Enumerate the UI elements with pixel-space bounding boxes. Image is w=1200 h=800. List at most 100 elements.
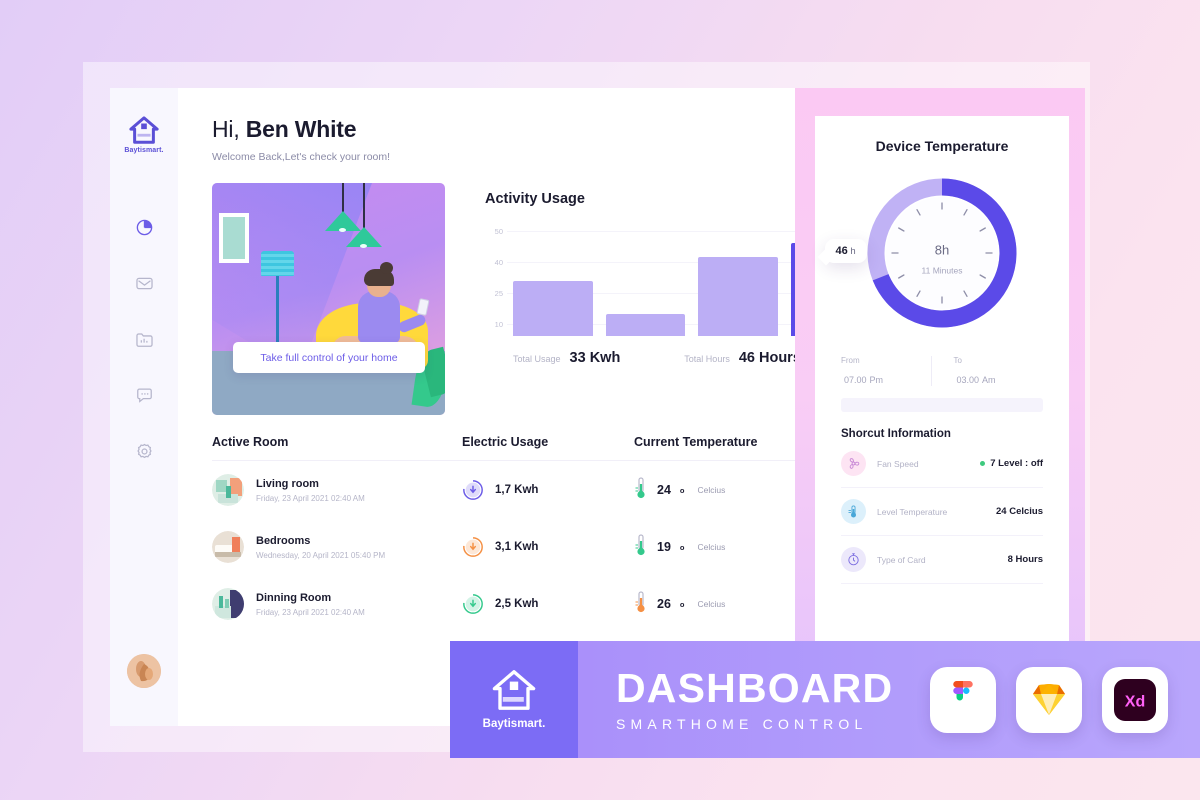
sidebar-item-dashboard[interactable]: [110, 212, 186, 242]
gauge-hours-unit: h: [941, 242, 950, 258]
temperature-value: 19: [657, 540, 671, 554]
gauge-center-readout: 8h 11 Minutes: [922, 231, 963, 276]
chart-bar[interactable]: [513, 281, 593, 336]
shortcut-row[interactable]: Fan Speed 7 Level : off: [841, 440, 1043, 488]
folder-chart-icon: [135, 330, 154, 349]
y-tick-label: 40: [494, 258, 503, 267]
adobe-xd-icon[interactable]: Xd: [1102, 666, 1168, 733]
y-tick-label: 50: [494, 227, 503, 236]
to-label: To: [953, 356, 962, 365]
degree-symbol: o: [679, 485, 685, 495]
shortcut-label: Type of Card: [877, 554, 926, 565]
electric-usage-value: 3,1 Kwh: [495, 541, 539, 553]
promo-banner: Baytismart. DASHBOARD SMARTHOME CONTROL: [450, 641, 1200, 758]
banner-subtitle: SMARTHOME CONTROL: [616, 715, 868, 732]
banner-logo: Baytismart.: [450, 641, 578, 758]
y-tick-label: 10: [494, 320, 503, 329]
floor-lamp-shade: [261, 251, 294, 276]
stopwatch-icon: [841, 547, 866, 572]
schedule-from: From 07.00 Pm: [841, 356, 931, 386]
degree-symbol: o: [679, 599, 685, 609]
from-meridiem: Pm: [869, 375, 884, 385]
electric-usage-value: 1,7 Kwh: [495, 484, 539, 496]
pendant-cord: [363, 183, 365, 229]
room-timestamp: Friday, 23 April 2021 02:40 AM: [256, 607, 365, 617]
person-hair-bun: [380, 262, 393, 274]
banner-text-block: DASHBOARD SMARTHOME CONTROL: [616, 664, 894, 732]
thermometer-icon: [634, 590, 648, 619]
usage-ring-icon: [462, 479, 484, 501]
room-thumbnail: [212, 474, 244, 506]
room-timestamp: Wednesday, 20 April 2021 05:40 PM: [256, 550, 386, 560]
pendant-cord: [342, 183, 344, 213]
room-name: Bedrooms: [256, 534, 311, 547]
greeting-block: Hi, Ben White Welcome Back,Let's check y…: [212, 116, 390, 163]
house-logo-icon: [492, 670, 536, 710]
sidebar-nav: [110, 212, 186, 466]
sidebar-item-settings[interactable]: [110, 436, 178, 466]
from-label: From: [841, 356, 860, 365]
shortcut-row[interactable]: Level Temperature 24 Celcius: [841, 488, 1043, 536]
house-logo-icon: [129, 116, 159, 144]
shortcut-row[interactable]: Type of Card 8 Hours: [841, 536, 1043, 584]
brand-name: Baytismart.: [124, 147, 164, 154]
shortcut-value: 24 Celcius: [996, 506, 1043, 517]
banner-title: DASHBOARD: [616, 664, 894, 711]
room-thumbnail: [212, 588, 244, 620]
bulb-icon: [360, 244, 367, 248]
total-hours: Total Hours 46 Hours: [684, 350, 801, 366]
avatar[interactable]: [127, 654, 161, 688]
sidebar-item-chat[interactable]: [110, 380, 178, 410]
sidebar-item-messages[interactable]: [110, 268, 178, 298]
from-value: 07.00 Pm: [844, 375, 884, 385]
smartphone-icon: [416, 298, 430, 316]
electric-usage-value: 2,5 Kwh: [495, 598, 539, 610]
y-tick-label: 25: [494, 289, 503, 298]
usage-ring-icon: [462, 593, 484, 615]
y-axis-labels: 50 40 25 10: [485, 227, 507, 336]
design-tool-icons: Xd: [930, 666, 1168, 733]
chat-bubble-icon: [135, 386, 154, 405]
svg-text:Xd: Xd: [1125, 693, 1145, 710]
schedule-progress-bar[interactable]: [841, 398, 1043, 412]
greeting-prefix: Hi,: [212, 116, 246, 142]
gear-icon: [135, 442, 154, 461]
promo-illustration-card: Take full control of your home: [212, 183, 445, 415]
shortcut-label: Fan Speed: [877, 458, 919, 469]
shortcut-value: 8 Hours: [1007, 554, 1043, 565]
room-name: Living room: [256, 477, 319, 490]
take-control-button[interactable]: Take full control of your home: [233, 342, 425, 373]
shortcut-list: Fan Speed 7 Level : off Level Temperature 2…: [841, 440, 1043, 584]
tooltip-unit: h: [850, 246, 856, 258]
gauge-minutes: 11 Minutes: [921, 265, 963, 276]
room-timestamp: Friday, 23 April 2021 02:40 AM: [256, 493, 365, 503]
chart-bar[interactable]: [698, 257, 778, 336]
temperature-unit: Celcius: [697, 542, 726, 552]
gauge-hours: 8h: [934, 242, 950, 258]
device-panel-title: Device Temperature: [875, 138, 1009, 154]
window-frame-icon: [219, 213, 249, 263]
device-temperature-gauge[interactable]: 8h 11 Minutes: [861, 172, 1023, 334]
degree-symbol: o: [679, 542, 685, 552]
sketch-icon[interactable]: [1016, 666, 1082, 733]
banner-brand-name: Baytismart.: [482, 718, 546, 730]
room-name: Dinning Room: [256, 591, 332, 604]
temperature-value: 24: [657, 483, 671, 497]
chart-tooltip: 46 h: [824, 239, 867, 264]
sidebar-item-reports[interactable]: [110, 324, 178, 354]
thermometer-icon: [634, 533, 648, 562]
temperature-unit: Celcius: [697, 485, 726, 495]
to-meridiem: Am: [982, 375, 996, 385]
thermometer-icon: [634, 476, 648, 505]
page-title: Hi, Ben White: [212, 116, 390, 143]
figma-icon[interactable]: [930, 666, 996, 733]
room-thumbnail: [212, 531, 244, 563]
to-value: 03.00 Am: [956, 375, 996, 385]
usage-ring-icon: [462, 536, 484, 558]
column-header-active-room: Active Room: [212, 435, 289, 449]
status-dot: [980, 461, 986, 466]
chart-bar[interactable]: [605, 313, 685, 336]
brand-logo[interactable]: Baytismart.: [124, 116, 164, 154]
fan-icon: [841, 451, 866, 476]
greeting-subtitle: Welcome Back,Let's check your room!: [212, 151, 391, 163]
